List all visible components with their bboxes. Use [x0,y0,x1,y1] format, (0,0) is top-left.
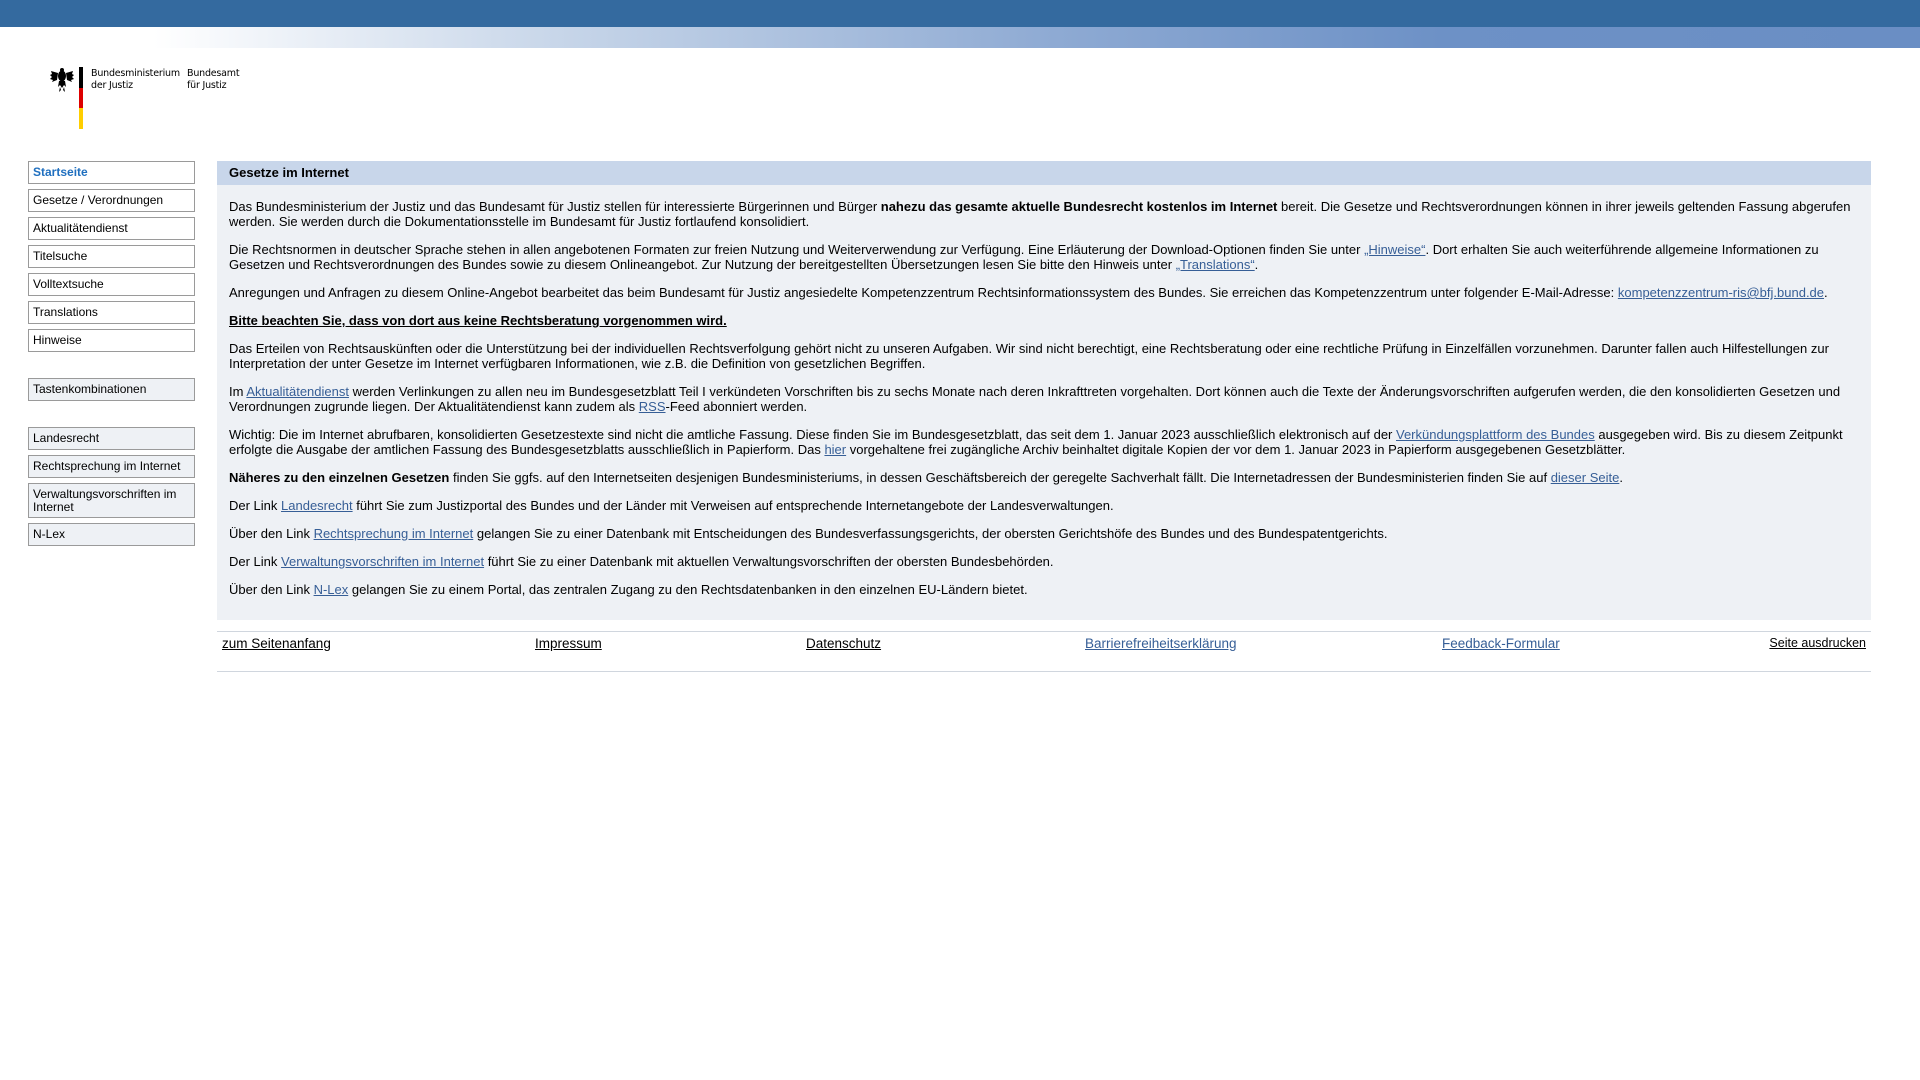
ministry-name: Bundesministerium der Justiz [91,68,180,91]
sidebar-item-rechtsprechung[interactable]: Rechtsprechung im Internet [28,455,195,478]
bold-text: nahezu das gesamte aktuelle Bundesrecht … [880,199,1278,214]
text: Wichtig: Die im Internet abrufbaren, kon… [229,427,1396,442]
text: gelangen Sie zu einer Datenbank mit Ents… [473,526,1388,541]
ministry-logo[interactable]: Bundesministerium der Justiz Bundesamt f… [50,67,250,131]
text: . [1254,257,1259,272]
sidebar-item-gesetze[interactable]: Gesetze / Verordnungen [28,189,195,212]
text: gelangen Sie zu einem Portal, das zentra… [348,582,1028,597]
federal-eagle-icon [50,68,74,92]
feedback-link[interactable]: Feedback-Formular [1442,636,1560,651]
page-footer: zum Seitenanfang Impressum Datenschutz B… [217,631,1871,672]
text: . [1619,470,1623,485]
intro-paragraph: Das Bundesministerium der Justiz und das… [229,199,1859,229]
text: Über den Link [229,582,314,597]
text: Im [229,384,247,399]
text: -Feed abonniert werden. [665,399,808,414]
sidebar-item-translations[interactable]: Translations [28,301,195,324]
header-gradient-bar [0,27,1920,48]
sidebar-nav: Startseite Gesetze / Verordnungen Aktual… [28,161,195,551]
verwaltungsvorschriften-paragraph: Der Link Verwaltungsvorschriften im Inte… [229,554,1859,569]
text: Das Bundesministerium der Justiz und das… [229,199,881,214]
rechtsprechung-link[interactable]: Rechtsprechung im Internet [314,526,474,541]
landesrecht-paragraph: Der Link Landesrecht führt Sie zum Justi… [229,498,1859,513]
text: Der Link [229,498,282,513]
text: Der Link [229,554,282,569]
rechtsprechung-paragraph: Über den Link Rechtsprechung im Internet… [229,526,1859,541]
content-body: Das Bundesministerium der Justiz und das… [217,185,1871,597]
datenschutz-link[interactable]: Datenschutz [806,636,881,651]
bold-text: Näheres zu den einzelnen Gesetzen [229,470,450,485]
impressum-link[interactable]: Impressum [535,636,602,651]
sidebar-item-verwaltungsvorschriften[interactable]: Verwaltungsvorschriften im Internet [28,483,195,518]
text: führt Sie zum Justizportal des Bundes un… [352,498,1114,513]
ministries-paragraph: Näheres zu den einzelnen Gesetzen finden… [229,470,1859,485]
verwaltungsvorschriften-link[interactable]: Verwaltungsvorschriften im Internet [281,554,484,569]
top-bar [0,0,1920,27]
n-lex-paragraph: Über den Link N-Lex gelangen Sie zu eine… [229,582,1859,597]
barrierefreiheit-link[interactable]: Barrierefreiheitserklärung [1085,636,1237,651]
aktualitaetendienst-link[interactable]: Aktualitätendienst [246,384,349,399]
aktualitaetendienst-paragraph: Im Aktualitätendienst werden Verlinkunge… [229,384,1859,414]
german-flag-stripe [79,67,83,129]
ministries-page-link[interactable]: dieser Seite [1551,470,1620,485]
email-link[interactable]: kompetenzzentrum-ris@bfj.bund.de [1618,285,1824,300]
legal-advice-notice: Bitte beachten Sie, dass von dort aus ke… [229,313,727,328]
formats-paragraph: Die Rechtsnormen in deutscher Sprache st… [229,242,1859,272]
text: finden Sie ggfs. auf den Internetseiten … [449,470,1551,485]
sidebar-item-tastenkombinationen[interactable]: Tastenkombinationen [28,378,195,401]
sidebar-item-hinweise[interactable]: Hinweise [28,329,195,352]
sidebar-item-n-lex[interactable]: N-Lex [28,523,195,546]
landesrecht-link[interactable]: Landesrecht [281,498,353,513]
sidebar-item-startseite[interactable]: Startseite [28,161,195,184]
print-page-link[interactable]: Seite ausdrucken [1769,636,1866,650]
text: werden Verlinkungen zu allen neu im Bund… [229,384,1841,414]
text: führt Sie zu einer Datenbank mit aktuell… [484,554,1054,569]
n-lex-link[interactable]: N-Lex [314,582,349,597]
main-content-panel: Gesetze im Internet Das Bundesministeriu… [217,161,1871,620]
text: vorgehaltene frei zugängliche Archiv bei… [846,442,1626,457]
back-to-top-link[interactable]: zum Seitenanfang [222,636,331,651]
verkuendungsplattform-link[interactable]: Verkündungsplattform des Bundes [1396,427,1595,442]
archive-link[interactable]: hier [824,442,846,457]
translations-link[interactable]: „Translations“ [1176,257,1255,272]
rss-link[interactable]: RSS [639,399,666,414]
official-version-paragraph: Wichtig: Die im Internet abrufbaren, kon… [229,427,1859,457]
sidebar-item-landesrecht[interactable]: Landesrecht [28,427,195,450]
contact-paragraph: Anregungen und Anfragen zu diesem Online… [229,285,1859,300]
sidebar-item-titelsuche[interactable]: Titelsuche [28,245,195,268]
text: . [1824,285,1828,300]
text: Die Rechtsnormen in deutscher Sprache st… [229,242,1365,257]
page-title: Gesetze im Internet [217,161,1871,185]
text: Über den Link [229,526,314,541]
text: Anregungen und Anfragen zu diesem Online… [229,285,1618,300]
sidebar-item-volltextsuche[interactable]: Volltextsuche [28,273,195,296]
hinweise-link[interactable]: „Hinweise“ [1364,242,1425,257]
office-name: Bundesamt für Justiz [187,68,240,91]
sidebar-item-aktualitaetendienst[interactable]: Aktualitätendienst [28,217,195,240]
legal-advice-paragraph: Das Erteilen von Rechtsauskünften oder d… [229,341,1829,371]
